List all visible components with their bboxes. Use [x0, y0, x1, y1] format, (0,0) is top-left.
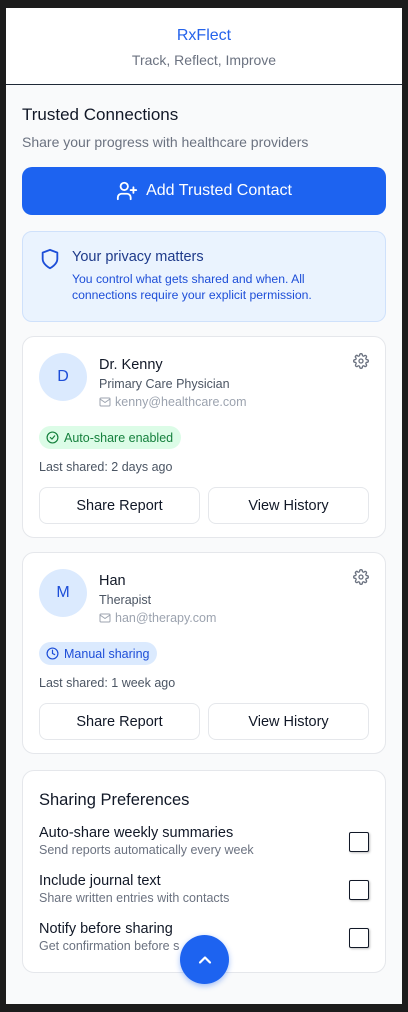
- app-subtitle: Track, Reflect, Improve: [131, 52, 277, 68]
- privacy-notice: Your privacy matters You control what ge…: [22, 231, 386, 322]
- preference-row: Auto-share weekly summaries Send reports…: [39, 825, 369, 858]
- shield-icon: [39, 248, 61, 270]
- status-badge: Auto-share enabled: [39, 426, 182, 449]
- page-subtitle: Share your progress with healthcare prov…: [22, 134, 309, 150]
- share-report-button[interactable]: Share Report: [39, 703, 200, 740]
- contact-role: Therapist: [99, 593, 152, 607]
- preference-label: Include journal text: [39, 873, 161, 889]
- avatar: D: [39, 353, 87, 401]
- check-circle-icon: [46, 431, 59, 444]
- gear-icon[interactable]: [353, 353, 369, 369]
- preferences-title: Sharing Preferences: [39, 791, 190, 809]
- preference-description: Share written entries with contacts: [39, 891, 230, 905]
- app-frame: RxFlect Track, Reflect, Improve Trusted …: [6, 8, 402, 1004]
- privacy-title: Your privacy matters: [72, 249, 204, 265]
- include-journal-checkbox[interactable]: [349, 879, 369, 900]
- app-title: RxFlect: [176, 27, 232, 44]
- contact-email: han@therapy.com: [99, 610, 216, 626]
- contact-name: Han: [99, 573, 126, 589]
- notify-before-sharing-checkbox[interactable]: [349, 927, 369, 948]
- contact-email: kenny@healthcare.com: [99, 394, 247, 410]
- preference-row: Include journal text Share written entri…: [39, 873, 369, 906]
- add-trusted-contact-button[interactable]: Add Trusted Contact: [22, 167, 386, 215]
- mail-icon: [99, 396, 111, 408]
- status-badge-label: Manual sharing: [64, 646, 150, 661]
- view-history-button[interactable]: View History: [208, 487, 369, 524]
- clock-icon: [46, 647, 59, 660]
- app-header: RxFlect Track, Reflect, Improve: [6, 8, 402, 85]
- add-trusted-contact-label: Add Trusted Contact: [146, 182, 292, 199]
- contact-email-text: kenny@healthcare.com: [115, 395, 247, 409]
- auto-share-checkbox[interactable]: [349, 831, 369, 852]
- contact-card: M Han Therapist han@therapy.com Manual s…: [22, 552, 386, 754]
- mail-icon: [99, 612, 111, 624]
- privacy-text: You control what gets shared and when. A…: [72, 272, 312, 302]
- preference-description: Get confirmation before s: [39, 939, 180, 953]
- contact-card: D Dr. Kenny Primary Care Physician kenny…: [22, 336, 386, 538]
- status-badge-label: Auto-share enabled: [64, 430, 174, 445]
- preference-label: Auto-share weekly summaries: [39, 825, 234, 841]
- last-shared: Last shared: 1 week ago: [39, 676, 176, 690]
- user-plus-icon: [116, 180, 138, 202]
- preference-description: Send reports automatically every week: [39, 843, 254, 857]
- contact-role: Primary Care Physician: [99, 377, 230, 391]
- page-title: Trusted Connections: [22, 105, 179, 124]
- chevron-up-icon: [195, 950, 215, 970]
- contact-email-text: han@therapy.com: [115, 611, 217, 625]
- last-shared: Last shared: 2 days ago: [39, 460, 173, 474]
- gear-icon[interactable]: [353, 569, 369, 585]
- share-report-button[interactable]: Share Report: [39, 487, 200, 524]
- view-history-button[interactable]: View History: [208, 703, 369, 740]
- contact-name: Dr. Kenny: [99, 357, 163, 373]
- main-content: Trusted Connections Share your progress …: [6, 105, 402, 973]
- avatar: M: [39, 569, 87, 617]
- status-badge: Manual sharing: [39, 642, 158, 665]
- preference-label: Notify before sharing: [39, 921, 173, 937]
- scroll-to-top-button[interactable]: [180, 935, 229, 984]
